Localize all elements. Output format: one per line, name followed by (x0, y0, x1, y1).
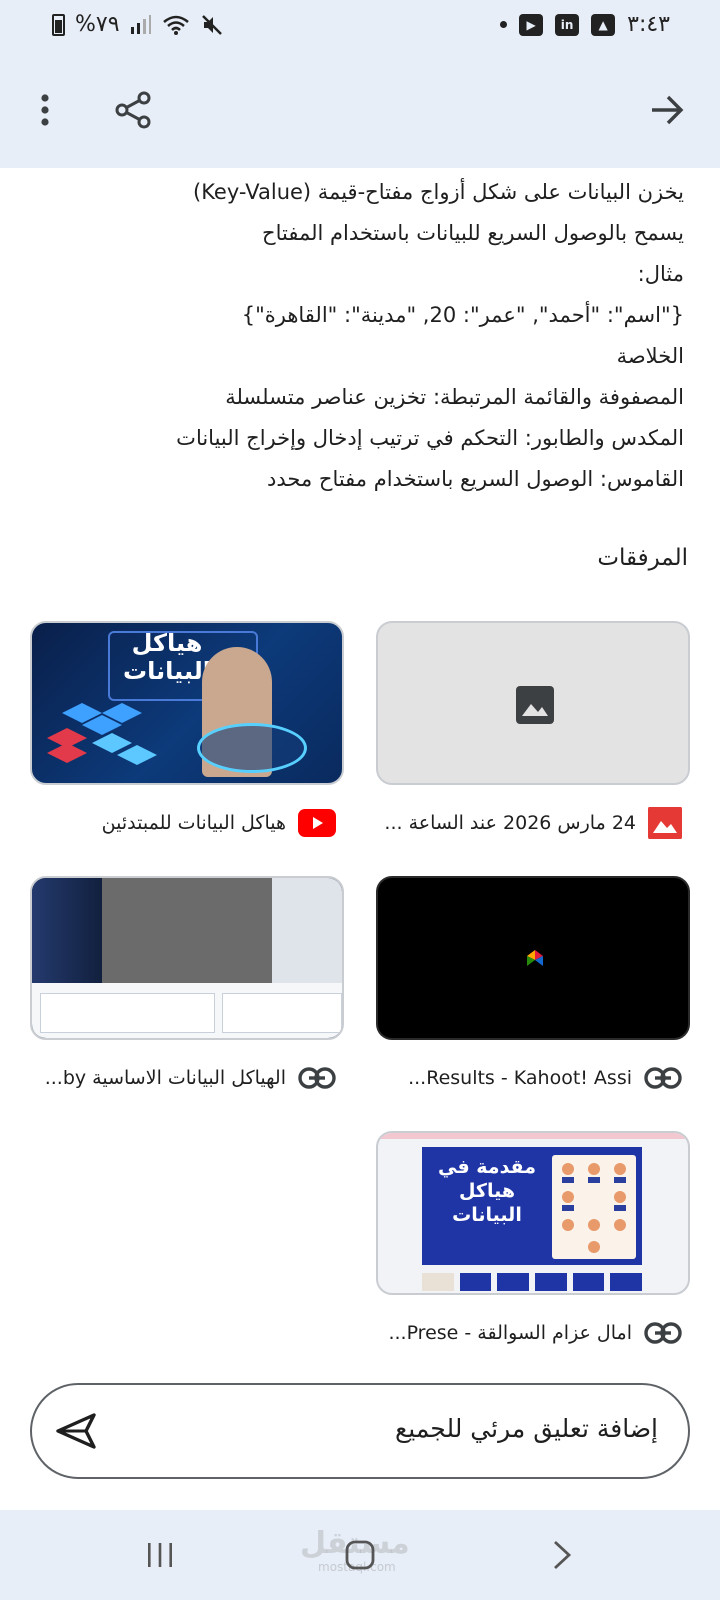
more-vert-icon (41, 94, 49, 126)
youtube-notification-icon: ▶ (519, 13, 544, 36)
text-line: مثال: (637, 262, 684, 286)
text-line: المكدس والطابور: التحكم في ترتيب إدخال و… (176, 426, 684, 450)
thumbnail-orb (197, 723, 307, 773)
text-line: يسمح بالوصول السريع للبيانات باستخدام ال… (262, 221, 684, 245)
battery-icon (52, 13, 65, 36)
attachment-title: 24 مارس 2026 عند الساعة ... (384, 812, 636, 834)
mute-icon (201, 14, 222, 35)
battery-level: %٧٩ (75, 12, 120, 37)
toolbar (0, 54, 720, 168)
thumbnail-blocks (42, 703, 162, 777)
attachment-card[interactable]: هياكل البيانات هياكل البيانات للمبتدئين (30, 621, 344, 837)
text-line: {"اسم": "أحمد", "عمر": 20, "مدينة": "الق… (241, 303, 684, 327)
link-icon (644, 1322, 682, 1344)
arrow-forward-icon (652, 95, 684, 125)
send-icon (56, 1413, 96, 1449)
attachment-card[interactable]: الهياكل البيانات الاساسية by... (30, 876, 344, 1089)
status-right: ▶ in ▲ ٣:٤٣ (500, 12, 670, 37)
home-button[interactable] (330, 1530, 390, 1580)
more-options-button[interactable] (15, 80, 75, 140)
thumbnail-side-panel (272, 878, 342, 983)
thumbnail-side (32, 878, 102, 983)
text-line: المصفوفة والقائمة المرتبطة: تخزين عناصر … (225, 385, 684, 409)
attachment-card[interactable]: Results - Kahoot! Assi... (376, 876, 690, 1089)
home-icon (345, 1540, 375, 1570)
text-line: يخزن البيانات على شكل أزواج مفتاح-قيمة (… (193, 180, 684, 204)
gallery-notification-icon: ▲ (591, 13, 616, 36)
thumbnail-topbar (378, 1133, 688, 1139)
notification-dot (500, 21, 508, 28)
status-indicators: %٧٩ (52, 12, 224, 37)
signal-icon (130, 14, 151, 34)
system-nav-bar: مستقل mostaql.com (0, 1510, 720, 1600)
attachment-title: هياكل البيانات للمبتدئين (101, 812, 286, 834)
link-thumbnail[interactable] (376, 876, 690, 1040)
video-thumbnail[interactable]: هياكل البيانات (30, 621, 344, 785)
attachment-title: الهياكل البيانات الاساسية by... (44, 1067, 286, 1089)
wifi-icon (162, 15, 189, 35)
attachment-caption[interactable]: Results - Kahoot! Assi... (382, 1062, 682, 1094)
attachment-title: امال عزام السوالقة - Prese... (388, 1322, 632, 1344)
image-placeholder-icon (516, 686, 554, 724)
forward-button[interactable] (637, 80, 697, 140)
image-icon (648, 807, 682, 839)
slide-title: مقدمة في هياكل البيانات (438, 1156, 536, 1226)
comment-input[interactable]: إضافة تعليق مرئي للجميع (30, 1383, 690, 1479)
link-icon (644, 1067, 682, 1089)
attachment-title: Results - Kahoot! Assi... (408, 1067, 632, 1089)
post-text: يخزن البيانات على شكل أزواج مفتاح-قيمة (… (0, 172, 720, 500)
attachment-caption[interactable]: امال عزام السوالقة - Prese... (382, 1317, 682, 1349)
kahoot-logo (527, 950, 543, 966)
thumbnail-dialog-2 (222, 993, 342, 1033)
thumbnail-screen (102, 878, 272, 983)
recent-apps-icon (148, 1543, 172, 1567)
attachment-card[interactable]: مقدمة في هياكل البيانات امال عزام السوال… (376, 1131, 690, 1344)
link-thumbnail[interactable]: مقدمة في هياكل البيانات (376, 1131, 690, 1295)
attachment-caption[interactable]: هياكل البيانات للمبتدئين (36, 807, 336, 839)
share-button[interactable] (103, 80, 163, 140)
attachment-caption[interactable]: 24 مارس 2026 عند الساعة ... (382, 807, 682, 839)
link-thumbnail[interactable] (30, 876, 344, 1040)
thumbnail-dialog (40, 993, 215, 1033)
clock: ٣:٤٣ (627, 12, 670, 37)
share-icon (115, 91, 151, 129)
status-bar: %٧٩ ▶ in ▲ ٣:٤٣ (0, 0, 720, 54)
slide-strip (422, 1273, 643, 1291)
linkedin-notification-icon: in (555, 13, 580, 36)
youtube-icon (298, 809, 336, 837)
chevron-right-icon (554, 1540, 572, 1570)
text-line: القاموس: الوصول السريع باستخدام مفتاح مح… (267, 467, 684, 491)
comment-placeholder: إضافة تعليق مرئي للجميع (395, 1414, 658, 1443)
text-line: الخلاصة (616, 344, 684, 368)
post-content: يخزن البيانات على شكل أزواج مفتاح-قيمة (… (0, 168, 720, 500)
link-icon (298, 1067, 336, 1089)
back-button[interactable] (532, 1530, 592, 1580)
attachment-card[interactable]: 24 مارس 2026 عند الساعة ... (376, 621, 690, 839)
slide-illustration (552, 1155, 636, 1259)
recent-apps-button[interactable] (130, 1530, 190, 1580)
send-button[interactable] (54, 1411, 98, 1451)
attachments-title: المرفقات (597, 545, 688, 571)
attachment-caption[interactable]: الهياكل البيانات الاساسية by... (36, 1062, 336, 1094)
attachment-thumbnail[interactable] (376, 621, 690, 785)
